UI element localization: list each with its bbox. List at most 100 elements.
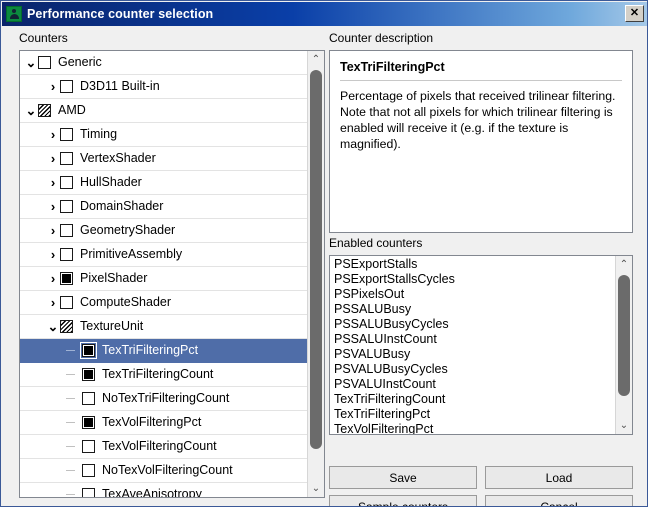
list-item[interactable]: TexVolFilteringPct [334, 422, 615, 434]
checkbox-empty[interactable] [60, 296, 73, 309]
checkbox-empty[interactable] [60, 224, 73, 237]
tree-row-label: VertexShader [80, 151, 156, 166]
list-item[interactable]: PSPixelsOut [334, 287, 615, 302]
tree-row[interactable]: › HullShader [20, 171, 308, 195]
list-item[interactable]: PSVALUInstCount [334, 377, 615, 392]
tree-row-label: D3D11 Built-in [80, 79, 160, 94]
tree-row-label: Timing [80, 127, 118, 142]
tree-row-label: TexVolFilteringPct [102, 415, 202, 430]
list-item[interactable]: PSSALUBusy [334, 302, 615, 317]
tree-row[interactable]: ⌄ Generic [20, 51, 308, 75]
checkbox-empty[interactable] [82, 440, 95, 453]
scroll-down-icon[interactable]: ⌄ [308, 480, 324, 497]
tree-row[interactable]: › Timing [20, 123, 308, 147]
tree-row[interactable]: › D3D11 Built-in [20, 75, 308, 99]
scroll-up-icon[interactable]: ⌃ [616, 256, 632, 273]
tree-row-label: DomainShader [80, 199, 164, 214]
checkbox-empty[interactable] [60, 152, 73, 165]
checkbox-checked[interactable] [82, 416, 95, 429]
tree-row[interactable]: TexVolFilteringPct [20, 411, 308, 435]
list-item[interactable]: TexTriFilteringCount [334, 392, 615, 407]
tree-row[interactable]: ⌄ TextureUnit [20, 315, 308, 339]
tree-row[interactable]: › ComputeShader [20, 291, 308, 315]
description-text: Percentage of pixels that received trili… [340, 89, 616, 151]
checkbox-empty[interactable] [38, 56, 51, 69]
performance-counter-selection-dialog: Performance counter selection ✕ Counters… [0, 0, 648, 507]
checkbox-empty[interactable] [60, 248, 73, 261]
list-item[interactable]: PSSALUBusyCycles [334, 317, 615, 332]
tree-connector [66, 494, 75, 495]
list-item[interactable]: PSSALUInstCount [334, 332, 615, 347]
tree-connector [66, 422, 75, 423]
tree-row[interactable]: TexTriFilteringPct [20, 339, 308, 363]
chevron-right-icon[interactable]: › [46, 248, 60, 261]
save-button[interactable]: Save [329, 466, 477, 489]
checkbox-checked[interactable] [60, 272, 73, 285]
checkbox-empty[interactable] [60, 80, 73, 93]
chevron-right-icon[interactable]: › [46, 296, 60, 309]
chevron-right-icon[interactable]: › [46, 200, 60, 213]
tree-row-label: AMD [58, 103, 86, 118]
checkbox-empty[interactable] [82, 488, 95, 497]
chevron-right-icon[interactable]: › [46, 176, 60, 189]
chevron-right-icon[interactable]: › [46, 80, 60, 93]
chevron-down-icon[interactable]: ⌄ [24, 56, 38, 69]
checkbox-empty[interactable] [60, 128, 73, 141]
tree-row-label: NoTexVolFilteringCount [102, 463, 233, 478]
tree-row[interactable]: › DomainShader [20, 195, 308, 219]
counters-tree-rows: ⌄ Generic › D3D11 Built-in ⌄ AMD › Timing › Verte… [20, 51, 308, 497]
checkbox-checked[interactable] [80, 342, 97, 359]
tree-connector [66, 350, 75, 351]
scroll-down-icon[interactable]: ⌄ [616, 417, 632, 434]
scroll-up-icon[interactable]: ⌃ [308, 51, 324, 68]
checkbox-empty[interactable] [82, 392, 95, 405]
tree-row[interactable]: TexTriFilteringCount [20, 363, 308, 387]
counters-tree[interactable]: ⌄ Generic › D3D11 Built-in ⌄ AMD › Timing › Verte… [19, 50, 325, 498]
checkbox-checked[interactable] [82, 368, 95, 381]
checkbox-empty[interactable] [60, 176, 73, 189]
counters-scrollbar[interactable]: ⌃ ⌄ [307, 51, 324, 497]
tree-row-label: TexVolFilteringCount [102, 439, 217, 454]
tree-connector [66, 470, 75, 471]
tree-connector [66, 374, 75, 375]
chevron-right-icon[interactable]: › [46, 272, 60, 285]
checkbox-partial[interactable] [38, 104, 51, 117]
list-item[interactable]: PSVALUBusyCycles [334, 362, 615, 377]
description-group-label: Counter description [329, 31, 434, 45]
counters-group-label: Counters [19, 31, 68, 45]
tree-row[interactable]: › VertexShader [20, 147, 308, 171]
chevron-right-icon[interactable]: › [46, 152, 60, 165]
chevron-down-icon[interactable]: ⌄ [46, 320, 60, 333]
window-title: Performance counter selection [27, 7, 214, 21]
enabled-scrollbar[interactable]: ⌃ ⌄ [615, 256, 632, 434]
tree-row[interactable]: › PrimitiveAssembly [20, 243, 308, 267]
tree-row-label: PrimitiveAssembly [80, 247, 183, 262]
load-button[interactable]: Load [485, 466, 633, 489]
checkbox-empty[interactable] [60, 200, 73, 213]
chevron-right-icon[interactable]: › [46, 224, 60, 237]
cancel-button[interactable]: Cancel [485, 495, 633, 506]
scrollbar-thumb[interactable] [618, 275, 630, 396]
sample-counters-button[interactable]: Sample counters [329, 495, 477, 506]
chevron-right-icon[interactable]: › [46, 128, 60, 141]
checkbox-empty[interactable] [82, 464, 95, 477]
tree-row[interactable]: NoTexTriFilteringCount [20, 387, 308, 411]
list-item[interactable]: PSExportStallsCycles [334, 272, 615, 287]
enabled-counters-list[interactable]: PSExportStalls PSExportStallsCycles PSPixe… [329, 255, 633, 435]
tree-row[interactable]: TexVolFilteringCount [20, 435, 308, 459]
chevron-down-icon[interactable]: ⌄ [24, 104, 38, 117]
list-item[interactable]: TexTriFilteringPct [334, 407, 615, 422]
dialog-body: Counters ⌄ Generic › D3D11 Built-in ⌄ AMD › Tim… [2, 26, 647, 506]
tree-row[interactable]: NoTexVolFilteringCount [20, 459, 308, 483]
close-icon[interactable]: ✕ [625, 5, 644, 22]
tree-row[interactable]: TexAveAnisotropy [20, 483, 308, 497]
scrollbar-thumb[interactable] [310, 70, 322, 449]
tree-row[interactable]: › PixelShader [20, 267, 308, 291]
tree-connector [66, 446, 75, 447]
list-item[interactable]: PSExportStalls [334, 257, 615, 272]
list-item[interactable]: PSVALUBusy [334, 347, 615, 362]
enabled-counters-rows: PSExportStalls PSExportStallsCycles PSPixe… [330, 257, 615, 434]
checkbox-partial[interactable] [60, 320, 73, 333]
tree-row[interactable]: › GeometryShader [20, 219, 308, 243]
tree-row[interactable]: ⌄ AMD [20, 99, 308, 123]
